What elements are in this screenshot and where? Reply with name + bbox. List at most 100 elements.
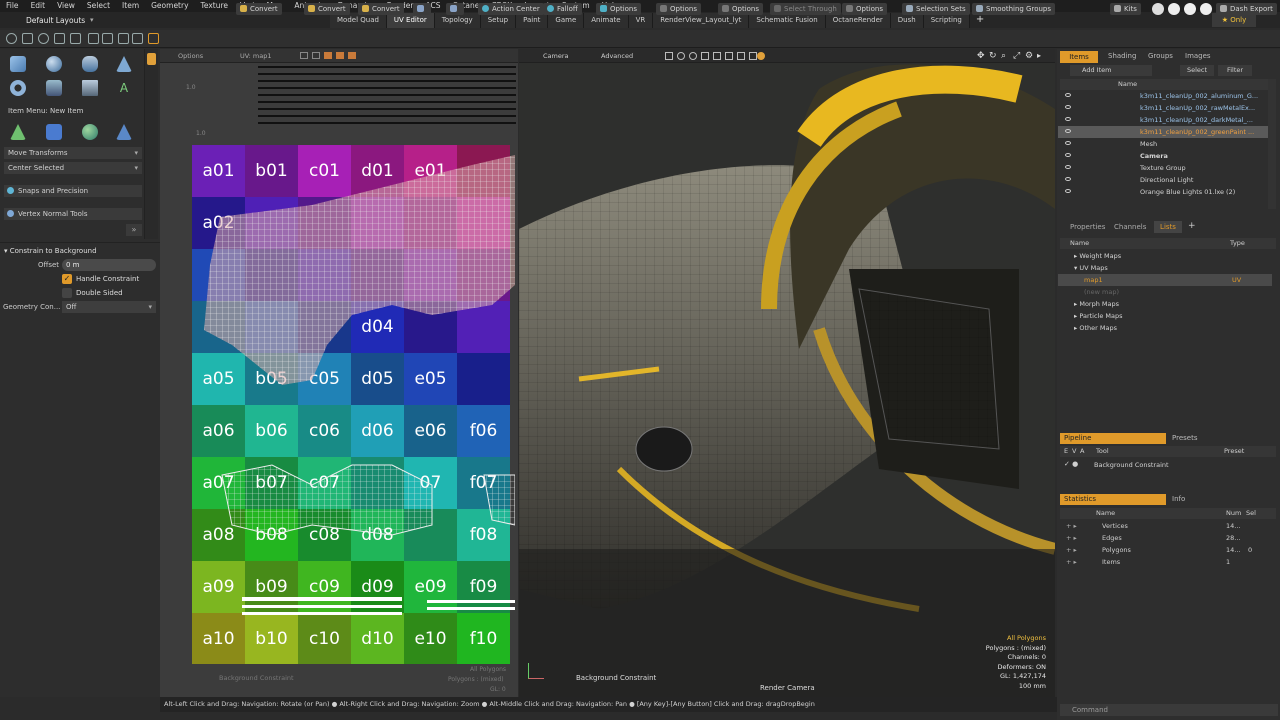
circle-select-icon[interactable] <box>6 33 17 44</box>
center-selected-dropdown[interactable]: Center Selected <box>4 162 142 174</box>
list-item[interactable]: ▸ Other Maps <box>1058 322 1268 334</box>
wire-icon[interactable] <box>713 52 721 60</box>
light-icon[interactable] <box>689 52 697 60</box>
eye-icon[interactable] <box>1065 153 1071 157</box>
tab-images[interactable]: Images <box>1185 52 1211 60</box>
pipeline-row[interactable]: Background Constraint <box>1058 459 1268 471</box>
grid-icon[interactable] <box>118 33 129 44</box>
selection-sets-button[interactable]: Selection Sets <box>902 3 970 15</box>
add-tab-icon[interactable]: + <box>970 13 990 28</box>
plane-icon[interactable] <box>46 124 62 140</box>
item-row[interactable]: k3m11_cleanUp_002_darkMetal_... <box>1058 114 1268 126</box>
options-button-2[interactable]: Options <box>656 3 702 15</box>
tab-groups[interactable]: Groups <box>1148 52 1173 60</box>
menu-select[interactable]: Select <box>81 0 116 12</box>
select-through-button[interactable]: Select Through <box>770 3 841 15</box>
box-icon[interactable] <box>82 80 98 96</box>
tab-scripting[interactable]: Scripting <box>923 13 970 28</box>
camera-view-selector[interactable]: Camera <box>543 52 569 60</box>
texture-icon[interactable] <box>725 52 733 60</box>
move-view-icon[interactable]: ✥ <box>977 51 985 61</box>
double-sided-checkbox[interactable] <box>62 288 72 298</box>
geometry-con-dropdown[interactable]: Off <box>62 301 156 313</box>
pipeline-tab[interactable]: Pipeline <box>1060 433 1166 444</box>
item-row[interactable]: Directional Light <box>1058 174 1268 186</box>
add-item-dropdown[interactable]: Add Item <box>1070 65 1152 76</box>
stats-row[interactable]: + ▸ Polygons 14... 0 <box>1060 544 1276 556</box>
offset-field[interactable]: 0 m <box>62 259 156 271</box>
kit-icon-2[interactable] <box>1168 3 1180 15</box>
brush-icon[interactable] <box>54 33 65 44</box>
expand-icon[interactable]: + ▸ <box>1066 520 1077 532</box>
list-item[interactable]: ▸ Particle Maps <box>1058 310 1268 322</box>
list-item[interactable]: ▸ Weight Maps <box>1058 250 1268 262</box>
tab-renderview[interactable]: RenderView_Layout_lyt <box>653 13 750 28</box>
stats-row[interactable]: + ▸ Items 1 <box>1060 556 1276 568</box>
item-mode-button[interactable] <box>413 3 431 15</box>
tab-model-quad[interactable]: Model Quad <box>330 13 387 28</box>
filter-button[interactable]: Filter <box>1218 65 1252 76</box>
uv-tool-icon[interactable] <box>324 52 332 59</box>
shade-icon[interactable] <box>677 52 685 60</box>
uv-map-selector[interactable]: UV: map1 <box>240 52 272 60</box>
eye-icon[interactable] <box>1065 129 1071 133</box>
item-row[interactable]: Mesh <box>1058 138 1268 150</box>
info-tab[interactable]: Info <box>1168 494 1268 505</box>
tab-channels[interactable]: Channels <box>1114 223 1146 231</box>
tab-properties[interactable]: Properties <box>1070 223 1105 231</box>
tab-uv-editor[interactable]: UV Editor <box>386 13 435 28</box>
eye-icon[interactable] <box>1065 117 1071 121</box>
menu-edit[interactable]: Edit <box>25 0 52 12</box>
stats-row[interactable]: + ▸ Vertices 14... <box>1060 520 1276 532</box>
view-icon[interactable] <box>665 52 673 60</box>
options-button-4[interactable]: Options <box>842 3 888 15</box>
square-icon[interactable] <box>102 33 113 44</box>
item-row[interactable]: Texture Group <box>1058 162 1268 174</box>
tab-game[interactable]: Game <box>548 13 585 28</box>
uv-grid-icon[interactable] <box>312 52 320 59</box>
arrow-right-icon[interactable]: ▸ <box>1037 51 1041 60</box>
tab-setup[interactable]: Setup <box>480 13 517 28</box>
convert-edge-button[interactable]: Convert <box>304 3 350 15</box>
handle-constraint-checkbox[interactable]: ✓ <box>62 274 72 284</box>
item-row[interactable]: k3m11_cleanUp_002_aluminum_G... <box>1058 90 1268 102</box>
expand-icon[interactable]: » <box>126 224 142 236</box>
item-row[interactable]: k3m11_cleanUp_002_rawMetalEx... <box>1058 102 1268 114</box>
menu-file[interactable]: File <box>0 0 25 12</box>
highlight-icon[interactable] <box>148 33 159 44</box>
convert-vertex-button[interactable]: Convert <box>236 3 282 15</box>
command-input[interactable]: Command <box>1060 704 1278 716</box>
target-icon[interactable] <box>38 33 49 44</box>
item-row[interactable]: Camera <box>1058 150 1268 162</box>
3d-viewport[interactable] <box>519 49 1055 697</box>
pivot-icon[interactable] <box>88 33 99 44</box>
eye-icon[interactable] <box>1065 93 1071 97</box>
item-row[interactable]: Orange Blue Lights 01.lxe (2) <box>1058 186 1268 198</box>
snaps-precision-button[interactable]: Snaps and Precision <box>4 185 142 197</box>
select-button[interactable]: Select <box>1180 65 1214 76</box>
only-toggle[interactable]: ★ Only <box>1212 13 1256 27</box>
kit-icon-4[interactable] <box>1200 3 1212 15</box>
presets-tab[interactable]: Presets <box>1168 433 1268 444</box>
drop-icon[interactable] <box>70 33 81 44</box>
tab-topology[interactable]: Topology <box>434 13 481 28</box>
capsule-icon[interactable] <box>46 80 62 96</box>
falloff-button[interactable]: Falloff <box>543 3 582 15</box>
add-tab-icon[interactable]: + <box>1188 221 1196 231</box>
background-icon[interactable] <box>737 52 745 60</box>
active-vtab-icon[interactable] <box>147 53 156 65</box>
expand-icon[interactable]: + ▸ <box>1066 556 1077 568</box>
move-transforms-dropdown[interactable]: Move Transforms <box>4 147 142 159</box>
check-icon[interactable]: ✓ ● <box>1064 460 1078 468</box>
tab-shading[interactable]: Shading <box>1108 52 1136 60</box>
text-tool-icon[interactable]: A <box>116 80 132 96</box>
tab-schematic-fusion[interactable]: Schematic Fusion <box>749 13 826 28</box>
cylinder-icon[interactable] <box>82 56 98 72</box>
vertex-normal-tools-button[interactable]: Vertex Normal Tools <box>4 208 142 220</box>
item-row-selected[interactable]: k3m11_cleanUp_002_greenPaint ... <box>1058 126 1268 138</box>
gear-icon[interactable]: ⚙ <box>1025 51 1033 61</box>
maximize-view-icon[interactable]: ⤢ <box>1013 51 1020 61</box>
eye-icon[interactable] <box>1065 189 1071 193</box>
list-item[interactable]: ▸ Morph Maps <box>1058 298 1268 310</box>
uv-tool-icon[interactable] <box>348 52 356 59</box>
